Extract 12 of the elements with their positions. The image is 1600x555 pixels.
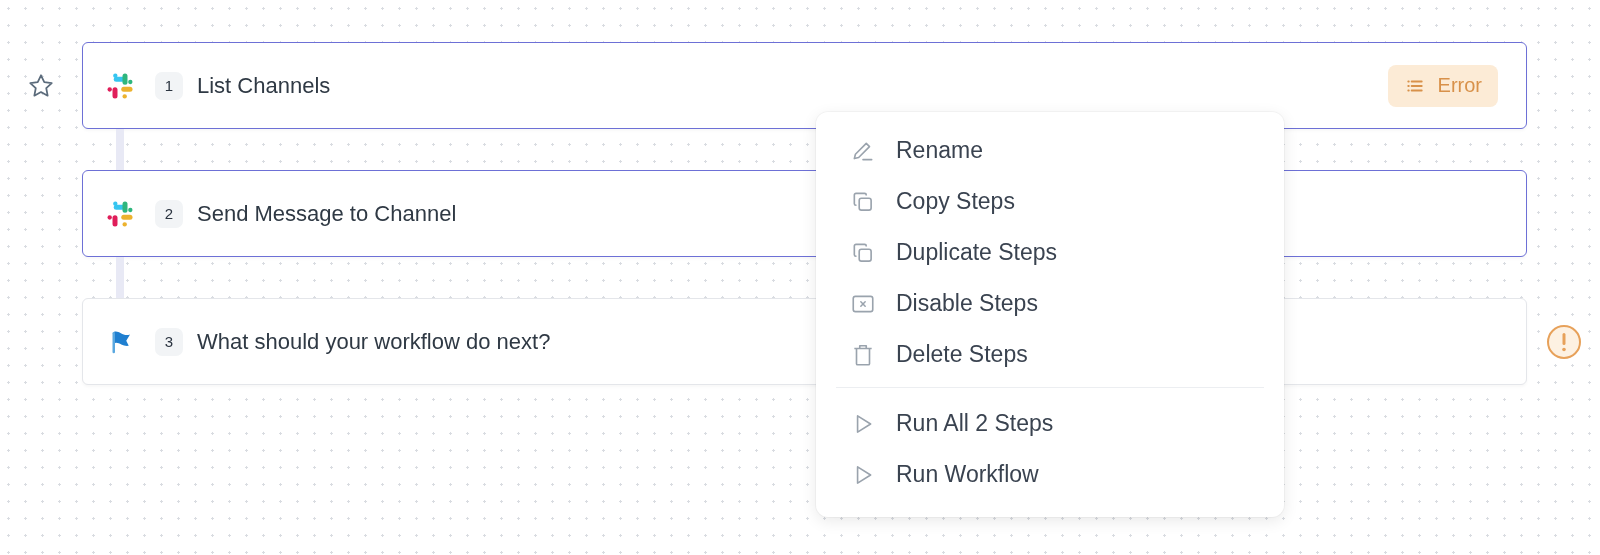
step-card[interactable]: 1 List Channels Error [82, 42, 1527, 129]
star-icon[interactable] [27, 71, 55, 100]
menu-item[interactable]: Delete Steps [816, 329, 1284, 380]
step-title: What should your workflow do next? [197, 328, 551, 355]
menu-item[interactable]: Copy Steps [816, 176, 1284, 227]
step-title: Send Message to Channel [197, 200, 457, 227]
menu-item[interactable]: Run All 2 Steps [816, 398, 1284, 449]
menu-item[interactable]: Run Workflow [816, 449, 1284, 500]
step-number: 3 [155, 327, 183, 356]
step-number: 1 [155, 71, 183, 100]
step-number: 2 [155, 199, 183, 228]
step-title: List Channels [197, 72, 331, 99]
